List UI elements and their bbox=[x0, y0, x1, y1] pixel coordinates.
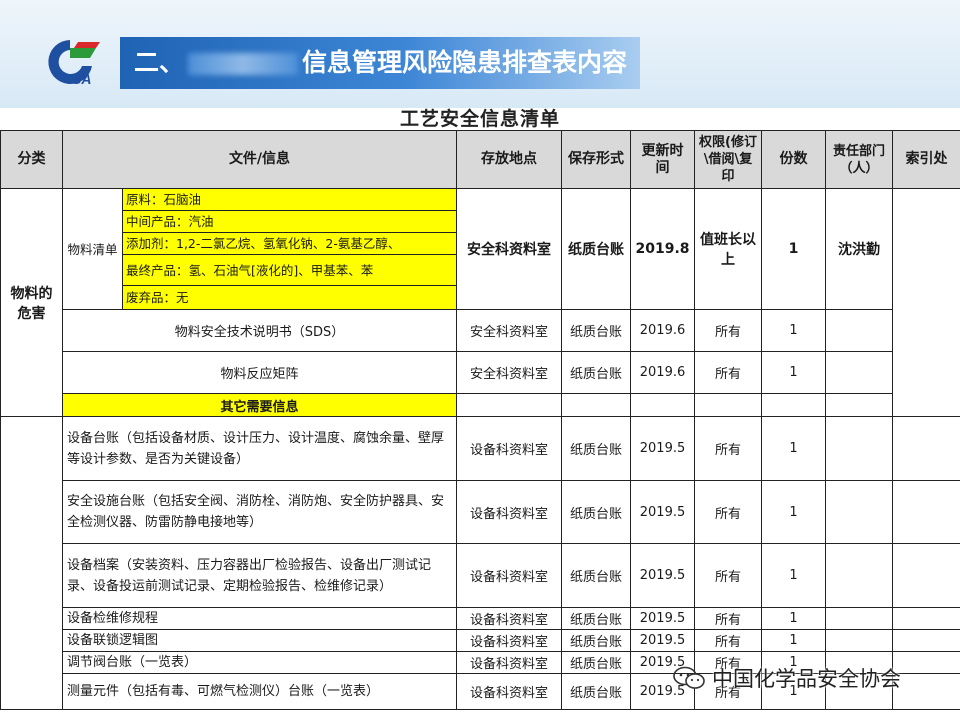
sheet-title: 工艺安全信息清单 bbox=[399, 108, 560, 130]
cell-form: 纸质台账 bbox=[561, 543, 631, 608]
watermark: 中国化学品安全协会 bbox=[672, 662, 901, 694]
blurred-text bbox=[188, 53, 299, 75]
doc-name: 设备台账（包括设备材质、设计压力、设计温度、腐蚀余量、壁厚等设计参数、是否为关键… bbox=[62, 416, 457, 481]
col-header-form: 保存形式 bbox=[561, 130, 631, 189]
table-row: 物料安全技术说明书（SDS） 安全科资料室 纸质台账 2019.6 所有 1 bbox=[1, 309, 960, 352]
doc-name: 安全设施台账（包括安全阀、消防栓、消防炮、安全防护器具、安全检测仪器、防雷防静电… bbox=[62, 480, 457, 544]
cell-dept: 沈洪勤 bbox=[825, 188, 893, 310]
cell-copies: 1 bbox=[761, 543, 826, 608]
col-header-permission: 权限(修订\借阅\复印 bbox=[694, 130, 762, 189]
col-header-location: 存放地点 bbox=[456, 130, 562, 189]
cell-dept bbox=[825, 309, 893, 352]
cell-form: 纸质台账 bbox=[561, 607, 631, 630]
category-material-hazard: 物料的危害 bbox=[0, 188, 63, 417]
cell-copies: 1 bbox=[761, 309, 826, 352]
category-equipment bbox=[0, 416, 63, 710]
doc-name: 调节阀台账（一览表） bbox=[62, 651, 457, 674]
cell-location: 设备科资料室 bbox=[456, 673, 562, 710]
cell-location: 设备科资料室 bbox=[456, 480, 562, 544]
cell-permission: 所有 bbox=[694, 607, 762, 630]
col-header-update-time: 更新时间 bbox=[630, 130, 695, 189]
col-header-dept: 责任部门（人） bbox=[825, 130, 893, 189]
cell-location: 安全科资料室 bbox=[456, 188, 562, 310]
cell-form: 纸质台账 bbox=[561, 351, 631, 394]
cell-permission: 所有 bbox=[694, 543, 762, 608]
cell-permission: 值班长以上 bbox=[694, 188, 762, 310]
table-row: 其它需要信息 bbox=[1, 393, 960, 417]
material-list-label: 物料清单 bbox=[62, 188, 123, 310]
material-item: 中间产品：汽油 bbox=[122, 210, 457, 233]
col-header-copies: 份数 bbox=[761, 130, 826, 189]
cell-location: 设备科资料室 bbox=[456, 607, 562, 630]
cell-permission: 所有 bbox=[694, 629, 762, 652]
material-item: 废弃品：无 bbox=[122, 285, 457, 310]
process-safety-info-table: 分类 文件/信息 存放地点 保存形式 更新时间 权限(修订\借阅\复印 份数 责… bbox=[0, 130, 960, 710]
title-main: 信息管理风险隐患排查表内容 bbox=[302, 48, 628, 77]
doc-name: 设备档案（安装资料、压力容器出厂检验报告、设备出厂测试记录、设备投运前测试记录、… bbox=[62, 543, 457, 608]
cell-location: 设备科资料室 bbox=[456, 543, 562, 608]
cell-form: 纸质台账 bbox=[561, 416, 631, 481]
cell-dept bbox=[825, 351, 893, 394]
col-header-document: 文件/信息 bbox=[62, 130, 457, 189]
cell-date: 2019.5 bbox=[630, 543, 695, 608]
cell-form: 纸质台账 bbox=[561, 188, 631, 310]
cell-form: 纸质台账 bbox=[561, 629, 631, 652]
cell-form: 纸质台账 bbox=[561, 673, 631, 710]
cell-location: 安全科资料室 bbox=[456, 351, 562, 394]
cell-index bbox=[892, 188, 960, 417]
cell-permission: 所有 bbox=[694, 351, 762, 394]
table-row: 设备联锁逻辑图 设备科资料室 纸质台账 2019.5 所有 1 bbox=[1, 629, 960, 652]
cell-date: 2019.5 bbox=[630, 607, 695, 630]
logo-text: SA bbox=[72, 71, 91, 87]
doc-name: 物料反应矩阵 bbox=[62, 351, 457, 394]
cell-date: 2019.6 bbox=[630, 351, 695, 394]
table-header-row: 分类 文件/信息 存放地点 保存形式 更新时间 权限(修订\借阅\复印 份数 责… bbox=[0, 130, 960, 189]
material-item: 最终产品：氢、石油气[液化的]、甲基苯、苯 bbox=[122, 254, 457, 286]
cell-copies: 1 bbox=[761, 188, 826, 310]
cell-location: 设备科资料室 bbox=[456, 629, 562, 652]
cell-permission: 所有 bbox=[694, 416, 762, 481]
cell-permission: 所有 bbox=[694, 480, 762, 544]
cell-location: 安全科资料室 bbox=[456, 309, 562, 352]
doc-name: 物料安全技术说明书（SDS） bbox=[62, 309, 457, 352]
cell-form: 纸质台账 bbox=[561, 309, 631, 352]
table-row: 设备档案（安装资料、压力容器出厂检验报告、设备出厂测试记录、设备投运前测试记录、… bbox=[1, 543, 960, 608]
cell-copies: 1 bbox=[761, 416, 826, 481]
cell-copies: 1 bbox=[761, 607, 826, 630]
slide-title: 二、 信息管理风险隐患排查表内容 bbox=[120, 37, 640, 89]
cell-copies: 1 bbox=[761, 480, 826, 544]
cell-copies: 1 bbox=[761, 629, 826, 652]
cell-permission: 所有 bbox=[694, 309, 762, 352]
table-row: 安全设施台账（包括安全阀、消防栓、消防炮、安全防护器具、安全检测仪器、防雷防静电… bbox=[1, 480, 960, 544]
cell-form: 纸质台账 bbox=[561, 480, 631, 544]
cell-form: 纸质台账 bbox=[561, 651, 631, 674]
cell-date: 2019.5 bbox=[630, 480, 695, 544]
cell-location: 设备科资料室 bbox=[456, 416, 562, 481]
table-row: 设备台账（包括设备材质、设计压力、设计温度、腐蚀余量、壁厚等设计参数、是否为关键… bbox=[0, 416, 960, 710]
table-row: 物料的危害 物料清单 原料：石脑油 安全科资料室 纸质台账 2019.8 值班长… bbox=[0, 188, 960, 417]
csa-logo-icon: SA bbox=[48, 40, 100, 87]
doc-name: 设备联锁逻辑图 bbox=[62, 629, 457, 652]
watermark-text: 中国化学品安全协会 bbox=[712, 667, 901, 691]
other-info: 其它需要信息 bbox=[62, 393, 457, 417]
table-row: 设备检维修规程 设备科资料室 纸质台账 2019.5 所有 1 bbox=[1, 607, 960, 630]
cell-location: 设备科资料室 bbox=[456, 651, 562, 674]
cell-date: 2019.5 bbox=[630, 416, 695, 481]
cell-copies: 1 bbox=[761, 351, 826, 394]
doc-name: 设备检维修规程 bbox=[62, 607, 457, 630]
col-header-index: 索引处 bbox=[892, 130, 960, 189]
material-item: 原料：石脑油 bbox=[122, 188, 457, 211]
title-prefix: 二、 bbox=[134, 48, 185, 77]
cell-date: 2019.5 bbox=[630, 629, 695, 652]
material-item: 添加剂：1,2-二氯乙烷、氢氧化钠、2-氨基乙醇、 bbox=[122, 232, 457, 255]
table-row: 物料反应矩阵 安全科资料室 纸质台账 2019.6 所有 1 bbox=[1, 351, 960, 394]
col-header-category: 分类 bbox=[0, 130, 63, 189]
cell-date: 2019.6 bbox=[630, 309, 695, 352]
wechat-icon bbox=[673, 666, 705, 689]
doc-name: 测量元件（包括有毒、可燃气检测仪）台账（一览表） bbox=[62, 673, 457, 710]
cell-date: 2019.8 bbox=[630, 188, 695, 310]
